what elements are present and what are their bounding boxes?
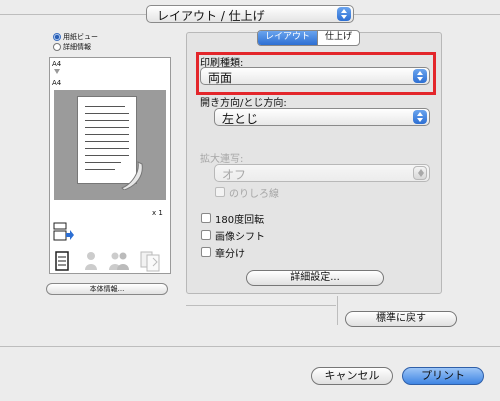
restore-defaults-button[interactable]: 標準に戻す [345,311,457,327]
select-arrows-icon [337,7,351,21]
zoom-label: 拡大連写: [200,154,244,165]
zoom-value: オフ [222,168,247,182]
tab-bar: レイアウト 仕上げ [257,30,361,46]
paper-view-label: 用紙ビュー [63,33,98,41]
select-arrows-icon [413,69,427,83]
details-view-label: 詳細情報 [63,43,91,51]
print-button[interactable]: プリント [402,367,484,385]
divider-mid-left [186,305,336,306]
binding-select[interactable]: 左とじ [214,108,430,126]
margin-line-label: のりしろ線 [229,189,279,200]
select-arrows-icon [413,166,427,180]
arrow-down-icon [54,69,60,74]
top-divider-right [354,14,500,15]
device-info-button[interactable]: 本体情報... [46,283,168,295]
rotate-180-checkbox[interactable] [201,213,211,223]
documents-stack-icon [140,251,160,272]
binding-label: 開き方向/とじ方向: [200,98,287,109]
cancel-button[interactable]: キャンセル [311,367,393,385]
panel-select[interactable]: レイアウト / 仕上げ [146,5,354,23]
copies-count: x 1 [152,209,163,217]
tab-layout[interactable]: レイアウト [258,31,318,45]
paper-size-from: A4 [52,60,62,68]
page-curl-icon [121,161,143,190]
select-arrows-icon [413,110,427,124]
paper-size-to: A4 [52,79,62,87]
details-view-radio[interactable] [53,43,61,51]
image-shift-checkbox[interactable] [201,230,211,240]
chapter-label: 章分け [215,249,245,260]
printer-output-icon [53,222,74,241]
binding-value: 左とじ [222,112,259,126]
rotate-180-label: 180度回転 [215,215,265,226]
print-type-value: 両面 [208,71,233,85]
user-icon [85,252,97,270]
chapter-checkbox[interactable] [201,247,211,257]
divider-vertical [337,296,338,325]
image-shift-label: 画像シフト [215,232,265,243]
document-icon [55,251,69,271]
zoom-select[interactable]: オフ [214,164,430,182]
divider-bottom [0,346,500,347]
tab-finishing[interactable]: 仕上げ [317,31,359,45]
top-divider-left [0,14,146,15]
margin-line-checkbox[interactable] [215,187,225,197]
users-group-icon [109,252,129,270]
details-button[interactable]: 詳細設定... [246,270,384,286]
paper-view-radio[interactable] [53,33,61,41]
panel-select-value: レイアウト / 仕上げ [157,9,265,23]
print-type-select[interactable]: 両面 [200,67,430,85]
